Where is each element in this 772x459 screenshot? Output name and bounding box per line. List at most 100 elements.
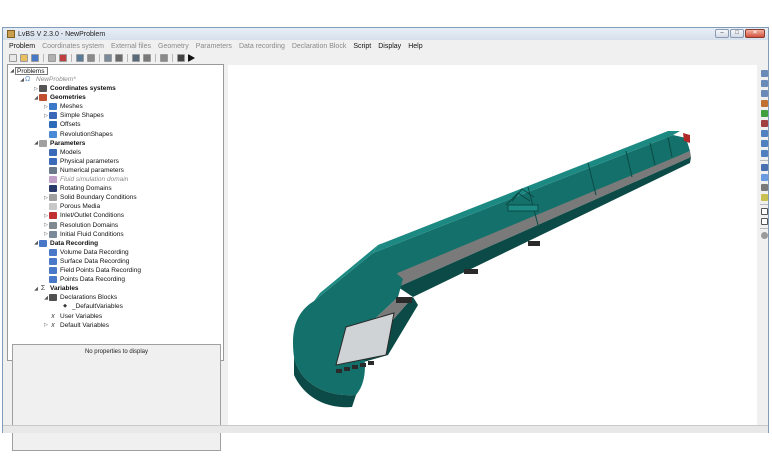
tree-item-resolution-domains[interactable]: ▷ Resolution Domains (43, 221, 118, 230)
menu-coordinates-system[interactable]: Coordinates system (42, 43, 104, 50)
menu-parameters[interactable]: Parameters (196, 43, 232, 50)
tree-item-label: Field Points Data Recording (60, 267, 141, 274)
tree-problem-label: NewProblem* (36, 76, 76, 83)
copy-icon[interactable] (48, 53, 56, 62)
tree-item-offsets[interactable]: Offsets (43, 120, 80, 129)
tree-item-default-variables[interactable]: ▷ x Default Variables (43, 321, 109, 330)
grid-icon[interactable] (115, 53, 123, 62)
menu-display[interactable]: Display (378, 43, 401, 50)
menu-declaration-block[interactable]: Declaration Block (292, 43, 346, 50)
menu-help[interactable]: Help (408, 43, 422, 50)
tree-item-rotating-domains[interactable]: Rotating Domains (43, 184, 112, 193)
window-title: LvBS V 2.3.0 - NewProblem (18, 30, 106, 38)
print-icon[interactable] (160, 53, 168, 62)
menu-data-recording[interactable]: Data recording (239, 43, 285, 50)
tree-item-label: Parameters (50, 139, 86, 147)
tree-item-label: Rotating Domains (60, 185, 112, 193)
tree-item-points-data-recording[interactable]: Points Data Recording (43, 275, 125, 284)
run-icon[interactable] (188, 53, 195, 62)
tree-item-parameters[interactable]: ◢ Parameters (33, 139, 85, 148)
tree-item-label: Points Data Recording (60, 276, 126, 284)
tree-item-label: Surface Data Recording (60, 257, 130, 265)
tree-item-inlet-outlet-conditions[interactable]: ▷ Inlet/Outlet Conditions (43, 211, 124, 220)
rotate-icon[interactable] (760, 174, 768, 181)
tree-item-declarations-blocks[interactable]: ◢ Declarations Blocks (43, 293, 117, 302)
tree-item-user-variables[interactable]: x User Variables (43, 312, 102, 321)
tree-item-fluid-simulation-domain[interactable]: Fluid simulation domain (43, 175, 128, 184)
shapes-icon (49, 112, 57, 120)
initial-icon (49, 230, 57, 238)
tree-item-models[interactable]: Models (43, 148, 81, 157)
tree-item-numerical-parameters[interactable]: Numerical parameters (43, 166, 124, 175)
axis-y-icon[interactable] (760, 110, 768, 117)
shaded-icon[interactable] (760, 208, 768, 215)
zoom-in-icon[interactable] (760, 70, 768, 77)
tree-item-porous-media[interactable]: Porous Media (43, 202, 100, 211)
tree-item-physical-parameters[interactable]: Physical parameters (43, 157, 119, 166)
menu-geometry[interactable]: Geometry (158, 43, 189, 50)
axis-z-icon[interactable] (760, 120, 768, 127)
rotating-icon (49, 185, 57, 193)
tree-item-label: Numerical parameters (60, 166, 124, 174)
menu-external-files[interactable]: External files (111, 43, 151, 50)
tree-problem[interactable]: ◢ Ω NewProblem* (19, 75, 76, 84)
tree-item-solid-boundary-conditions[interactable]: ▷ Solid Boundary Conditions (43, 193, 137, 202)
tree-item-simple-shapes[interactable]: ▷ Simple Shapes (43, 111, 104, 120)
menu-script[interactable]: Script (353, 43, 371, 50)
problem-tree[interactable]: ◢ Problems ◢ Ω NewProblem* ▷ Coordinates … (7, 64, 224, 361)
tree-item-label: Coordinates systems (50, 85, 116, 92)
tree-item-initial-fluid-conditions[interactable]: ▷ Initial Fluid Conditions (43, 230, 124, 239)
tree-icon[interactable] (76, 53, 84, 62)
iso-view-icon[interactable] (760, 164, 768, 171)
tree-root[interactable]: ◢ Problems (9, 66, 49, 75)
axis-x-icon[interactable] (760, 100, 768, 107)
toolbar-separator (71, 53, 72, 62)
script-icon[interactable] (177, 53, 185, 62)
tree-item-surface-data-recording[interactable]: Surface Data Recording (43, 257, 129, 266)
tree-item-defaultvariables[interactable]: ◆ _DefaultVariables (55, 302, 123, 311)
light-icon[interactable] (760, 194, 768, 201)
gear-icon[interactable] (87, 53, 95, 62)
pan-icon[interactable] (760, 184, 768, 191)
table-icon[interactable] (143, 53, 151, 62)
boundary-icon (49, 194, 57, 202)
properties-empty-text: No properties to display (84, 349, 149, 355)
new-file-icon[interactable] (9, 53, 17, 62)
tree-item-label: User Variables (60, 312, 103, 320)
tree-item-meshes[interactable]: ▷ Meshes (43, 102, 83, 111)
save-icon[interactable] (31, 53, 39, 62)
tree-item-volume-data-recording[interactable]: Volume Data Recording (43, 248, 129, 257)
export-icon[interactable] (132, 53, 140, 62)
zoom-out-icon[interactable] (760, 80, 768, 87)
zoom-fit-icon[interactable] (760, 90, 768, 97)
points-icon (49, 276, 57, 284)
volume-icon (49, 248, 57, 256)
open-folder-icon[interactable] (20, 53, 28, 62)
tree-item-variables[interactable]: ◢ Σ Variables (33, 284, 79, 293)
tree-item-coordinates-systems[interactable]: ▷ Coordinates systems (33, 84, 116, 93)
mesh-icon[interactable] (104, 53, 112, 62)
delete-icon[interactable] (59, 53, 67, 62)
wireframe-icon[interactable] (760, 218, 768, 225)
tree-item-field-points-data-recording[interactable]: Field Points Data Recording (43, 266, 141, 275)
inlet-icon (49, 212, 57, 220)
view-xz-icon[interactable] (760, 140, 768, 147)
porous-icon (49, 203, 57, 211)
train-model-render[interactable] (228, 65, 757, 434)
3d-viewport[interactable] (228, 65, 757, 434)
title-bar: LvBS V 2.3.0 - NewProblem – □ ✕ (3, 28, 768, 40)
minimize-button[interactable]: – (715, 29, 729, 38)
tree-item-geometries[interactable]: ◢ Geometries (33, 93, 86, 102)
view-yz-icon[interactable] (760, 150, 768, 157)
close-button[interactable]: ✕ (745, 29, 765, 38)
tree-item-revolutionshapes[interactable]: RevolutionShapes (43, 130, 113, 139)
tree-item-label: Initial Fluid Conditions (60, 230, 124, 238)
app-window: LvBS V 2.3.0 - NewProblem – □ ✕ Problem C… (2, 27, 769, 451)
parameters-icon (39, 139, 47, 147)
view-xy-icon[interactable] (760, 130, 768, 137)
menu-problem[interactable]: Problem (9, 43, 35, 50)
maximize-button[interactable]: □ (730, 29, 744, 38)
tree-item-data-recording[interactable]: ◢ Data Recording (33, 239, 98, 248)
toolbar-separator (760, 160, 768, 161)
eye-icon[interactable] (760, 232, 768, 239)
